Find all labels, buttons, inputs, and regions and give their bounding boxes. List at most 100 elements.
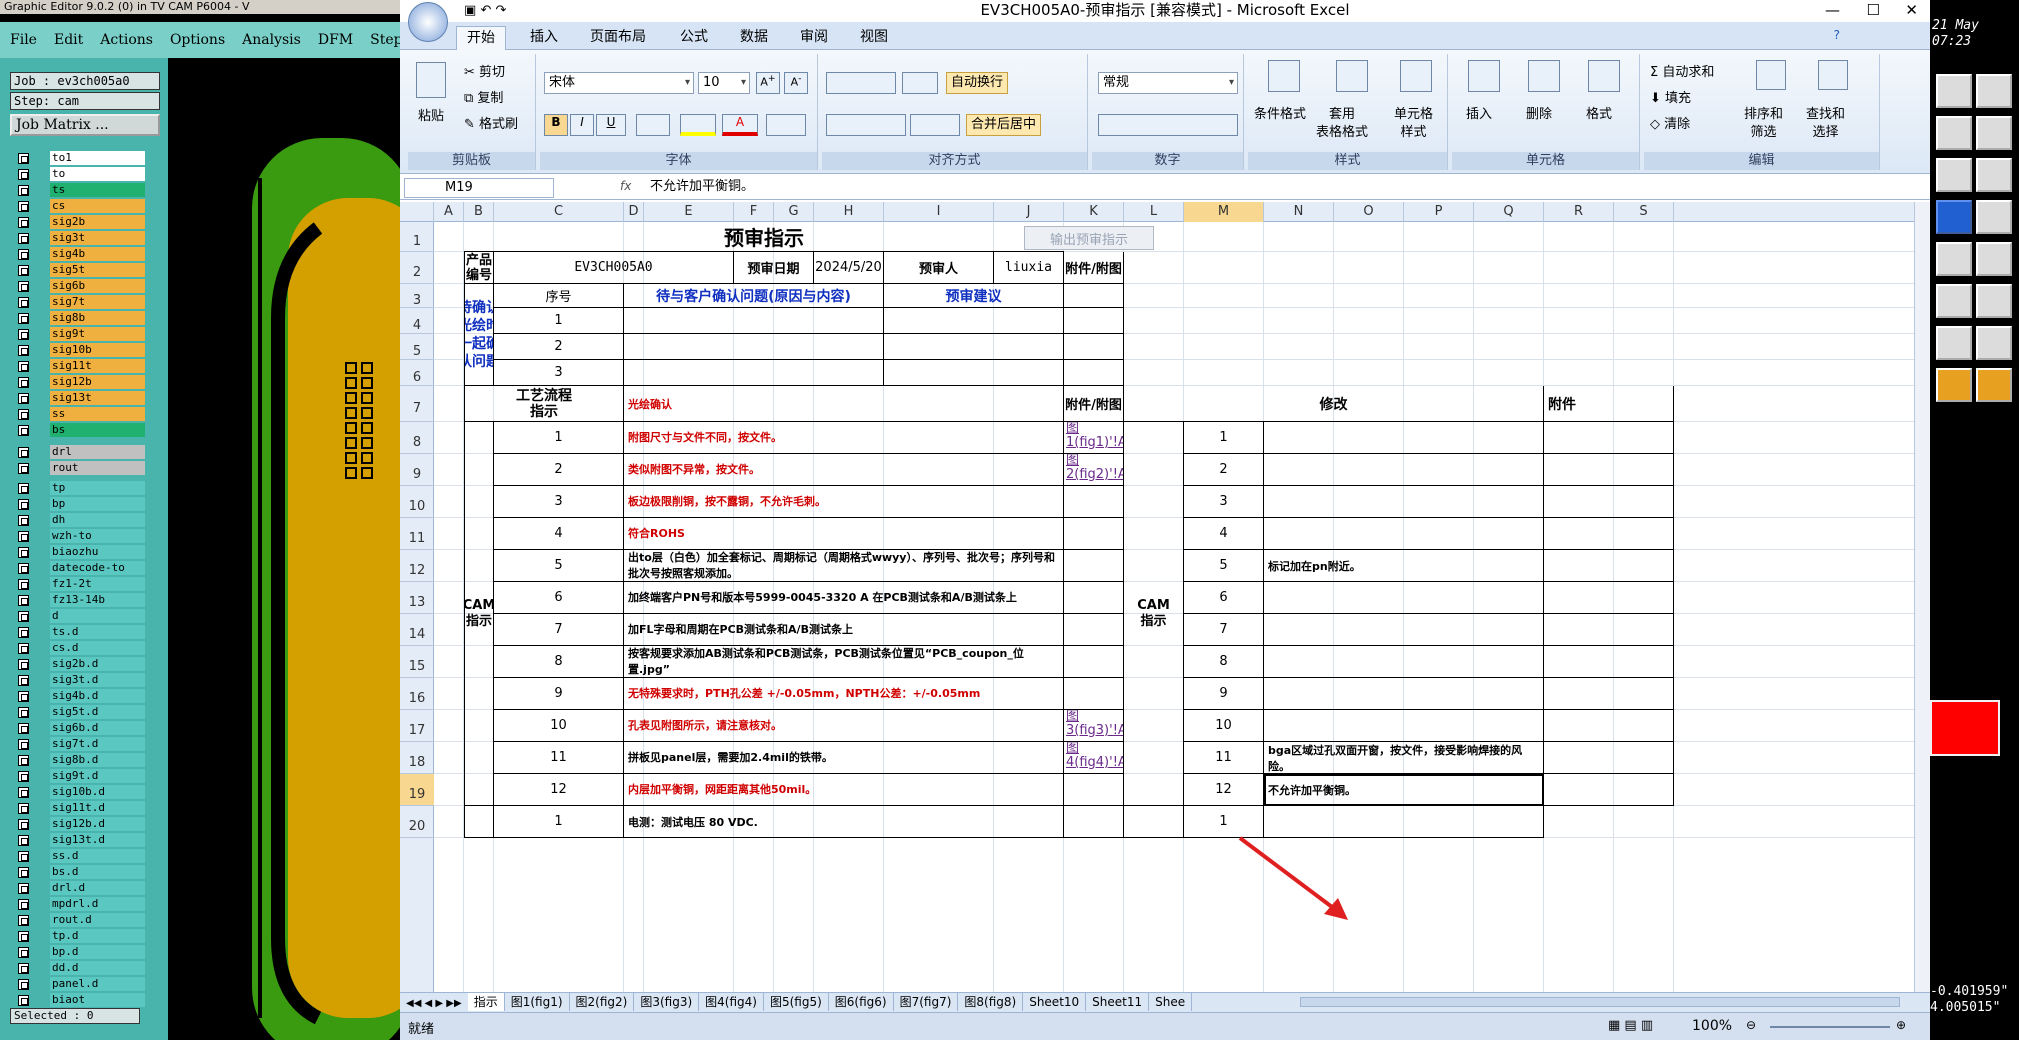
row-header[interactable]: 9 [400, 454, 434, 486]
row-header[interactable]: 20 [400, 806, 434, 838]
find-select-button[interactable]: 查找和 选择 [1806, 106, 1845, 142]
sheet-tab[interactable]: Shee [1149, 993, 1193, 1011]
attachment-cell[interactable] [1064, 518, 1124, 550]
row-header[interactable]: 13 [400, 582, 434, 614]
reviewer-label[interactable]: 预审人 [884, 252, 994, 284]
column-header[interactable]: M [1184, 202, 1264, 222]
tool-button[interactable] [1936, 74, 1972, 108]
tool-button[interactable] [1976, 326, 2012, 360]
instruction-text[interactable]: 符合ROHS [624, 518, 1064, 550]
layer-checkbox[interactable] [18, 201, 29, 212]
layer-checkbox[interactable] [18, 329, 29, 340]
layer-row[interactable]: ss [14, 406, 145, 422]
job-matrix-button[interactable]: Job Matrix ... [10, 114, 160, 136]
modify-attach[interactable] [1544, 486, 1674, 518]
cell-style-button[interactable]: 单元格 样式 [1394, 106, 1433, 142]
export-button[interactable]: 输出预审指示 [1024, 226, 1154, 250]
modify-number[interactable]: 11 [1184, 742, 1264, 774]
attachment-header[interactable]: 附件/附图 [1064, 252, 1124, 284]
insert-cells-icon[interactable] [1468, 60, 1500, 92]
layer-checkbox[interactable] [18, 377, 29, 388]
instruction-text[interactable]: 加FL字母和周期在PCB测试条和A/B测试条上 [624, 614, 1064, 646]
layer-row[interactable]: sig2b [14, 214, 145, 230]
menu-step[interactable]: Step [370, 32, 402, 48]
layer-row[interactable]: to [14, 166, 145, 182]
modify-number[interactable]: 1 [1184, 422, 1264, 454]
cam-modify-label[interactable]: CAM 指示 [1124, 422, 1184, 806]
pending-attach-cell[interactable] [1064, 308, 1124, 334]
row-header[interactable]: 1 [400, 222, 434, 252]
tool-button[interactable] [1976, 200, 2012, 234]
pending-confirm-label[interactable]: 待确认 光绘时 一起确 认问题 [464, 284, 494, 386]
undo-icon[interactable]: ↶ [480, 3, 491, 18]
layer-checkbox[interactable] [18, 233, 29, 244]
attachment-link[interactable]: 图 3(fig3)'!A [1064, 710, 1124, 742]
pending-seq[interactable]: 2 [494, 334, 624, 360]
copy-button[interactable]: ⧉ 复制 [464, 90, 503, 108]
layer-checkbox[interactable] [18, 675, 29, 686]
column-header[interactable]: O [1334, 202, 1404, 222]
layer-row[interactable]: sig3t.d [14, 672, 145, 688]
layer-row[interactable]: sig10b [14, 342, 145, 358]
layer-checkbox[interactable] [18, 867, 29, 878]
modify-text[interactable] [1264, 422, 1544, 454]
attachment-cell[interactable] [1064, 614, 1124, 646]
layer-checkbox[interactable] [18, 393, 29, 404]
paste-button[interactable]: 粘贴 [418, 108, 444, 126]
table-format-button[interactable]: 套用 表格格式 [1316, 106, 1368, 142]
instruction-text[interactable]: 拼板见panel层，需要加2.4mil的铁带。 [624, 742, 1064, 774]
bold-icon[interactable]: B [544, 114, 568, 136]
layer-row[interactable]: sig6b [14, 278, 145, 294]
layer-row[interactable]: mpdrl.d [14, 896, 145, 912]
column-header[interactable]: K [1064, 202, 1124, 222]
sheet-nav-icons[interactable]: ◀◀ ◀ ▶ ▶▶ [400, 998, 468, 1009]
layer-row[interactable]: d [14, 608, 145, 624]
modify-attach[interactable] [1544, 646, 1674, 678]
instruction-number[interactable]: 8 [494, 646, 624, 678]
tool-button[interactable] [1976, 158, 2012, 192]
minimize-icon[interactable]: — [1825, 0, 1840, 20]
zoom-slider[interactable] [1770, 1026, 1890, 1028]
menu-file[interactable]: File [10, 32, 37, 48]
layer-checkbox[interactable] [18, 627, 29, 638]
modify-text[interactable] [1264, 614, 1544, 646]
shrink-font-icon[interactable]: A- [784, 72, 808, 94]
cut-button[interactable]: ✂ 剪切 [464, 64, 505, 82]
sheet-tab[interactable]: 图3(fig3) [634, 993, 700, 1011]
layer-row[interactable]: tp [14, 480, 145, 496]
name-box[interactable]: M19 [404, 178, 554, 198]
redo-icon[interactable]: ↷ [495, 3, 506, 18]
close-icon[interactable]: ✕ [1905, 0, 1918, 20]
pending-attach-cell[interactable] [1064, 360, 1124, 386]
reviewer-name[interactable]: liuxia [994, 252, 1064, 284]
row-header[interactable]: 5 [400, 334, 434, 360]
help-icon[interactable]: ? [1834, 28, 1840, 42]
layer-checkbox[interactable] [18, 819, 29, 830]
layer-checkbox[interactable] [18, 963, 29, 974]
layer-row[interactable]: sig11t [14, 358, 145, 374]
menu-analysis[interactable]: Analysis [242, 32, 301, 48]
attachment-link[interactable]: 图 2(fig2)'!A [1064, 454, 1124, 486]
tab-page-layout[interactable]: 页面布局 [580, 26, 656, 50]
layer-row[interactable]: sig2b.d [14, 656, 145, 672]
horizontal-scrollbar[interactable] [1300, 997, 1900, 1007]
tool-button[interactable] [1936, 326, 1972, 360]
table-format-icon[interactable] [1336, 60, 1368, 92]
layer-row[interactable]: sig3t [14, 230, 145, 246]
column-header[interactable]: Q [1474, 202, 1544, 222]
layer-checkbox[interactable] [18, 361, 29, 372]
row-header[interactable]: 18 [400, 742, 434, 774]
layer-row[interactable]: bp [14, 496, 145, 512]
modify-text[interactable] [1264, 678, 1544, 710]
modify-number[interactable]: 12 [1184, 774, 1264, 806]
layer-checkbox[interactable] [18, 547, 29, 558]
tool-button[interactable] [1976, 284, 2012, 318]
function-icon[interactable]: fx [620, 179, 631, 193]
process-attach-header[interactable]: 附件/附图 [1064, 386, 1124, 422]
sheet-tab[interactable]: 图6(fig6) [829, 993, 894, 1011]
layer-row[interactable]: to1 [14, 150, 145, 166]
column-header[interactable]: R [1544, 202, 1614, 222]
layer-checkbox[interactable] [18, 691, 29, 702]
modify-attach[interactable] [1544, 454, 1674, 486]
layer-checkbox[interactable] [18, 979, 29, 990]
